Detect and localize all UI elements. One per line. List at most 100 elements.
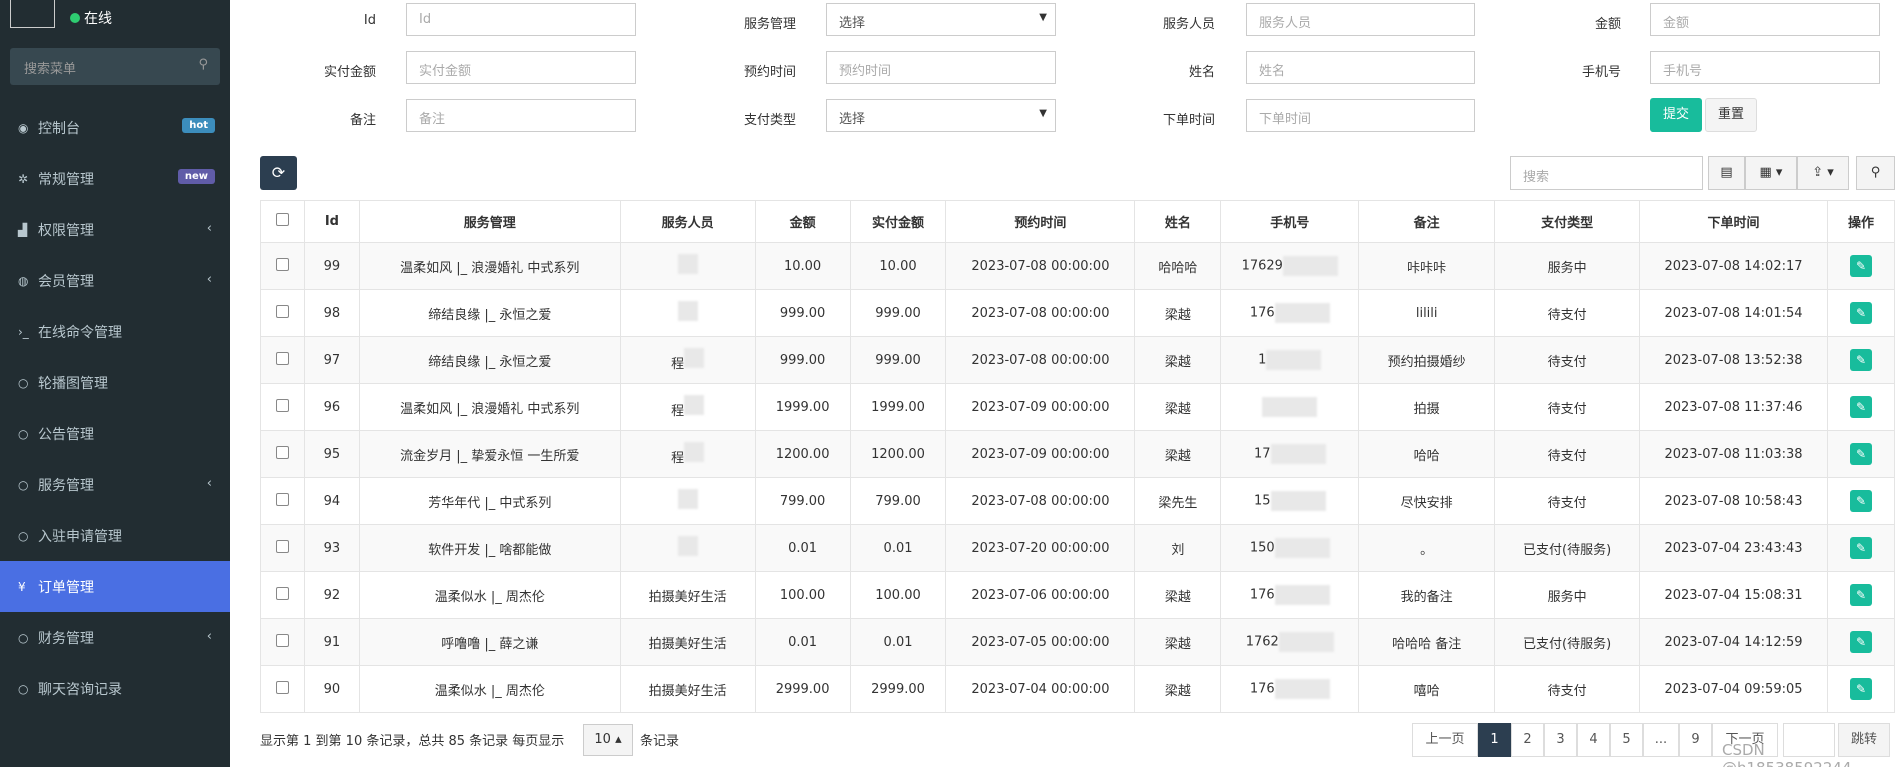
edit-icon[interactable]: ✎ <box>1849 678 1872 700</box>
sidebar-item-6[interactable]: ○ 公告管理 <box>0 408 230 459</box>
sidebar-item-4[interactable]: ›_ 在线命令管理 <box>0 306 230 357</box>
row-checkbox[interactable] <box>275 351 289 365</box>
edit-icon[interactable]: ✎ <box>1849 349 1872 371</box>
table-row[interactable]: 95 流金岁月 |_ 挚爱永恒 一生所爱 程 1200.00 1200.00 2023-0… <box>260 430 1895 478</box>
cell-paytype: 待支付 <box>1494 665 1641 713</box>
page-button-3[interactable]: 3 <box>1544 723 1577 757</box>
row-checkbox-cell[interactable] <box>260 430 305 478</box>
table-search-input[interactable]: 搜索 <box>1510 156 1703 190</box>
col-header-ordertime[interactable]: 下单时间 <box>1639 200 1828 243</box>
sidebar-item-11[interactable]: ○ 聊天咨询记录 <box>0 663 230 714</box>
table-row[interactable]: 94 芳华年代 |_ 中式系列 799.00 799.00 2023-07-08 00:… <box>260 477 1895 525</box>
reset-button[interactable]: 重置 <box>1705 98 1757 132</box>
col-header-remark[interactable]: 备注 <box>1358 200 1496 243</box>
row-checkbox-cell[interactable] <box>260 524 305 572</box>
table-row[interactable]: 98 缔结良缘 |_ 永恒之爱 999.00 999.00 2023-07-08 00:… <box>260 289 1895 337</box>
cell-id: 96 <box>303 383 360 431</box>
page-button-4[interactable]: 4 <box>1577 723 1610 757</box>
table-row[interactable]: 91 呼噜噜 |_ 薛之谦 拍摄美好生活 0.01 0.01 2023-07-05 00:… <box>260 618 1895 666</box>
cell-text: 176 <box>1249 305 1275 321</box>
advanced-search-button[interactable]: ⚲ <box>1856 156 1895 190</box>
row-checkbox[interactable] <box>275 586 289 600</box>
row-checkbox-cell[interactable] <box>260 289 305 337</box>
select-all-cell[interactable] <box>260 200 305 243</box>
edit-icon[interactable]: ✎ <box>1849 584 1872 606</box>
select-all-checkbox[interactable] <box>275 213 289 226</box>
table-row[interactable]: 96 温柔如风 |_ 浪漫婚礼 中式系列 程 1999.00 1999.00 2023-0… <box>260 383 1895 431</box>
avatar[interactable] <box>10 0 55 28</box>
phone-field[interactable]: 手机号 <box>1650 51 1880 84</box>
edit-icon[interactable]: ✎ <box>1849 490 1872 512</box>
appointment-time-field[interactable]: 预约时间 <box>826 51 1056 84</box>
row-checkbox[interactable] <box>275 445 289 459</box>
export-button[interactable]: ⇪ ▾ <box>1797 156 1849 190</box>
sidebar-item-10[interactable]: ○ 财务管理 ‹ <box>0 612 230 663</box>
toggle-view-button[interactable]: ▤ <box>1708 156 1745 190</box>
sidebar-item-1[interactable]: ✲ 常规管理 new <box>0 153 230 204</box>
sidebar-item-8[interactable]: ○ 入驻申请管理 <box>0 510 230 561</box>
row-checkbox-cell[interactable] <box>260 618 305 666</box>
submit-button[interactable]: 提交 <box>1650 98 1702 132</box>
order-time-field[interactable]: 下单时间 <box>1246 99 1475 132</box>
row-checkbox[interactable] <box>275 304 289 318</box>
sidebar-item-0[interactable]: ◉ 控制台 hot <box>0 102 230 153</box>
paid-amount-field[interactable]: 实付金额 <box>406 51 636 84</box>
row-checkbox-cell[interactable] <box>260 571 305 619</box>
prev-page-button[interactable]: 上一页 <box>1412 723 1478 757</box>
row-checkbox-cell[interactable] <box>260 383 305 431</box>
sidebar-item-5[interactable]: ○ 轮播图管理 <box>0 357 230 408</box>
row-checkbox[interactable] <box>275 492 289 506</box>
col-header-amount[interactable]: 金额 <box>754 200 851 243</box>
col-header-appt[interactable]: 预约时间 <box>945 200 1136 243</box>
page-button-5[interactable]: 5 <box>1610 723 1643 757</box>
sidebar-search-input[interactable]: 搜索菜单 ⚲ <box>10 48 220 85</box>
row-checkbox-cell[interactable] <box>260 477 305 525</box>
table-row[interactable]: 90 温柔似水 |_ 周杰伦 拍摄美好生活 2999.00 2999.00 2023-07… <box>260 665 1895 713</box>
table-row[interactable]: 93 软件开发 |_ 啥都能做 0.01 0.01 2023-07-20 00:00:0… <box>260 524 1895 572</box>
row-checkbox[interactable] <box>275 257 289 271</box>
sidebar-item-9[interactable]: ¥ 订单管理 <box>0 561 230 612</box>
sidebar-item-label: 常规管理 <box>38 171 94 188</box>
col-header-paytype[interactable]: 支付类型 <box>1494 200 1641 243</box>
sidebar-item-3[interactable]: ◍ 会员管理 ‹ <box>0 255 230 306</box>
page-button-2[interactable]: 2 <box>1511 723 1544 757</box>
edit-icon[interactable]: ✎ <box>1849 631 1872 653</box>
edit-icon[interactable]: ✎ <box>1849 255 1872 277</box>
col-header-service[interactable]: 服务管理 <box>358 200 621 243</box>
remark-field[interactable]: 备注 <box>406 99 636 132</box>
staff-field[interactable]: 服务人员 <box>1246 3 1475 36</box>
chevron-left-icon: ‹ <box>206 629 212 644</box>
col-header-paid[interactable]: 实付金额 <box>849 200 947 243</box>
col-header-id[interactable]: Id <box>303 200 360 243</box>
row-checkbox[interactable] <box>275 539 289 553</box>
edit-icon[interactable]: ✎ <box>1849 302 1872 324</box>
col-header-staff[interactable]: 服务人员 <box>619 200 756 243</box>
page-button-9[interactable]: 9 <box>1679 723 1712 757</box>
row-checkbox[interactable] <box>275 633 289 647</box>
edit-icon[interactable]: ✎ <box>1849 537 1872 559</box>
edit-icon[interactable]: ✎ <box>1849 396 1872 418</box>
table-row[interactable]: 97 缔结良缘 |_ 永恒之爱 程 999.00 999.00 2023-07-08 00… <box>260 336 1895 384</box>
row-checkbox-cell[interactable] <box>260 242 305 290</box>
row-checkbox[interactable] <box>275 398 289 412</box>
name-field[interactable]: 姓名 <box>1246 51 1475 84</box>
refresh-button[interactable]: ⟳ <box>260 156 297 190</box>
pay-type-select[interactable]: 选择 ▼ <box>826 99 1056 132</box>
sidebar-item-7[interactable]: ○ 服务管理 ‹ <box>0 459 230 510</box>
page-button-...[interactable]: ... <box>1643 723 1679 757</box>
sidebar-item-2[interactable]: ▟ 权限管理 ‹ <box>0 204 230 255</box>
row-checkbox-cell[interactable] <box>260 665 305 713</box>
row-checkbox-cell[interactable] <box>260 336 305 384</box>
id-field[interactable]: Id <box>406 3 636 36</box>
amount-field[interactable]: 金额 <box>1650 3 1880 36</box>
col-header-phone[interactable]: 手机号 <box>1220 200 1360 243</box>
table-row[interactable]: 92 温柔似水 |_ 周杰伦 拍摄美好生活 100.00 100.00 2023-07-0… <box>260 571 1895 619</box>
columns-button[interactable]: ▦ ▾ <box>1745 156 1797 190</box>
row-checkbox[interactable] <box>275 680 289 694</box>
col-header-name[interactable]: 姓名 <box>1134 200 1222 243</box>
edit-icon[interactable]: ✎ <box>1849 443 1872 465</box>
service-select[interactable]: 选择 ▼ <box>826 3 1056 36</box>
table-row[interactable]: 99 温柔如风 |_ 浪漫婚礼 中式系列 10.00 10.00 2023-07-08 … <box>260 242 1895 290</box>
page-button-1[interactable]: 1 <box>1478 723 1511 757</box>
page-size-select[interactable]: 10 ▴ <box>583 724 633 756</box>
